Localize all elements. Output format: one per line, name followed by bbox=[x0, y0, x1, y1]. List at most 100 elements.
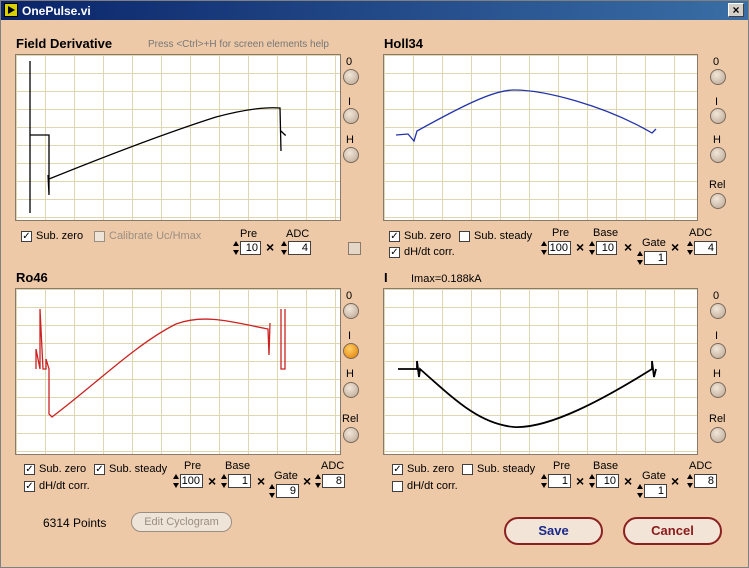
ro-base-spinner[interactable]: 1 bbox=[221, 473, 251, 489]
holl-h-knob[interactable] bbox=[710, 147, 726, 163]
i-i-knob[interactable] bbox=[710, 343, 726, 359]
holl-dhdt-checkbox[interactable]: ✓ dH/dt corr. bbox=[389, 246, 455, 258]
holl-zero-knob[interactable] bbox=[710, 69, 726, 85]
onepulse-window: OnePulse.vi × Field Derivative Press <Ct… bbox=[0, 0, 749, 568]
field-adc-value[interactable]: 4 bbox=[288, 241, 311, 255]
field-h-knob[interactable] bbox=[343, 147, 359, 163]
holl-gate-value[interactable]: 1 bbox=[644, 251, 667, 265]
ro-sub-steady-label: Sub. steady bbox=[109, 463, 168, 475]
field-derivative-title: Field Derivative bbox=[16, 36, 113, 51]
holl-adc-label: ADC bbox=[689, 227, 713, 239]
title-bar: OnePulse.vi × bbox=[1, 1, 748, 20]
ro-zero-knob[interactable] bbox=[343, 303, 359, 319]
i-dhdt-checkbox[interactable]: dH/dt corr. bbox=[392, 480, 458, 492]
field-derivative-trace bbox=[29, 61, 286, 213]
ro-gate-value[interactable]: 9 bbox=[276, 484, 299, 498]
ro-dhdt-check-icon: ✓ bbox=[24, 480, 35, 492]
ro-zero-label: 0 bbox=[346, 290, 353, 302]
current-trace bbox=[398, 360, 657, 428]
holl-sub-zero-label: Sub. zero bbox=[404, 230, 452, 242]
window-title: OnePulse.vi bbox=[22, 4, 91, 18]
holl-h-label: H bbox=[713, 134, 721, 146]
i-base-spinner[interactable]: 10 bbox=[589, 473, 619, 489]
i-i-label: I bbox=[715, 330, 719, 342]
ro-sub-steady-checkbox[interactable]: ✓ Sub. steady bbox=[94, 463, 167, 475]
ro-pre-value[interactable]: 100 bbox=[180, 474, 203, 488]
field-small-button[interactable] bbox=[348, 242, 361, 255]
field-sub-zero-check-icon: ✓ bbox=[21, 230, 32, 242]
ro-sub-zero-checkbox[interactable]: ✓ Sub. zero bbox=[24, 463, 86, 475]
times-icon: × bbox=[303, 473, 312, 489]
ro-base-value[interactable]: 1 bbox=[228, 474, 251, 488]
i-gate-value[interactable]: 1 bbox=[644, 484, 667, 498]
ro-i-knob[interactable] bbox=[343, 343, 359, 359]
holl-sub-steady-checkbox[interactable]: Sub. steady bbox=[459, 230, 532, 242]
i-gate-spinner[interactable]: 1 bbox=[637, 483, 667, 499]
ro-rel-knob[interactable] bbox=[343, 427, 359, 443]
i-adc-spinner[interactable]: 8 bbox=[687, 473, 717, 489]
holl-sub-zero-checkbox[interactable]: ✓ Sub. zero bbox=[389, 230, 451, 242]
field-i-label: I bbox=[348, 96, 352, 108]
ro-gate-label: Gate bbox=[274, 470, 298, 482]
ro-dhdt-checkbox[interactable]: ✓ dH/dt corr. bbox=[24, 480, 90, 492]
field-zero-label: 0 bbox=[346, 56, 353, 68]
i-adc-value[interactable]: 8 bbox=[694, 474, 717, 488]
i-dhdt-label: dH/dt corr. bbox=[407, 480, 458, 492]
ro-adc-spinner[interactable]: 8 bbox=[315, 473, 345, 489]
save-button[interactable]: Save bbox=[504, 517, 603, 545]
points-count: 6314 Points bbox=[43, 516, 107, 530]
i-sub-steady-checkbox[interactable]: Sub. steady bbox=[462, 463, 535, 475]
i-pre-value[interactable]: 1 bbox=[548, 474, 571, 488]
cancel-button[interactable]: Cancel bbox=[623, 517, 722, 545]
field-zero-knob[interactable] bbox=[343, 69, 359, 85]
ro-base-label: Base bbox=[225, 460, 251, 472]
i-pre-label: Pre bbox=[553, 460, 571, 472]
field-i-knob[interactable] bbox=[343, 108, 359, 124]
holl-pre-label: Pre bbox=[552, 227, 570, 239]
times-icon: × bbox=[671, 239, 680, 255]
i-pre-spinner[interactable]: 1 bbox=[541, 473, 571, 489]
i-sub-zero-checkbox[interactable]: ✓ Sub. zero bbox=[392, 463, 454, 475]
ro46-graph bbox=[15, 288, 341, 455]
ro-adc-value[interactable]: 8 bbox=[322, 474, 345, 488]
i-zero-label: 0 bbox=[713, 290, 720, 302]
ro-pre-spinner[interactable]: 100 bbox=[173, 473, 203, 489]
i-rel-knob[interactable] bbox=[710, 427, 726, 443]
holl-sub-zero-check-icon: ✓ bbox=[389, 230, 400, 242]
i-adc-label: ADC bbox=[689, 460, 713, 472]
holl-base-value[interactable]: 10 bbox=[596, 241, 617, 255]
holl-adc-value[interactable]: 4 bbox=[694, 241, 717, 255]
holl-i-knob[interactable] bbox=[710, 108, 726, 124]
holl34-trace bbox=[395, 89, 657, 143]
i-h-knob[interactable] bbox=[710, 382, 726, 398]
close-button[interactable]: × bbox=[728, 3, 744, 17]
field-pre-value[interactable]: 10 bbox=[240, 241, 261, 255]
holl-dhdt-check-icon: ✓ bbox=[389, 246, 400, 258]
i-base-label: Base bbox=[593, 460, 619, 472]
edit-cyclogram-button[interactable]: Edit Cyclogram bbox=[131, 512, 232, 532]
field-pre-spinner[interactable]: 10 bbox=[233, 240, 261, 256]
current-graph bbox=[383, 288, 698, 455]
holl-pre-spinner[interactable]: 100 bbox=[541, 240, 571, 256]
holl-rel-knob[interactable] bbox=[710, 193, 726, 209]
holl-pre-value[interactable]: 100 bbox=[548, 241, 571, 255]
holl-gate-spinner[interactable]: 1 bbox=[637, 250, 667, 266]
field-sub-zero-checkbox[interactable]: ✓ Sub. zero bbox=[21, 230, 83, 242]
holl-sub-steady-label: Sub. steady bbox=[474, 230, 533, 242]
times-icon: × bbox=[257, 473, 266, 489]
i-base-value[interactable]: 10 bbox=[596, 474, 619, 488]
field-adc-spinner[interactable]: 4 bbox=[281, 240, 311, 256]
labview-icon bbox=[4, 3, 18, 17]
calibrate-label: Calibrate Uc/Hmax bbox=[109, 230, 202, 242]
i-h-label: H bbox=[713, 368, 721, 380]
ro-gate-spinner[interactable]: 9 bbox=[269, 483, 299, 499]
calibrate-checkbox[interactable]: Calibrate Uc/Hmax bbox=[94, 230, 201, 242]
holl-adc-spinner[interactable]: 4 bbox=[687, 240, 717, 256]
field-sub-zero-label: Sub. zero bbox=[36, 230, 84, 242]
ro-sub-steady-check-icon: ✓ bbox=[94, 463, 105, 475]
holl34-graph bbox=[383, 54, 698, 221]
holl-base-spinner[interactable]: 10 bbox=[589, 240, 617, 256]
ro-h-knob[interactable] bbox=[343, 382, 359, 398]
ro-h-label: H bbox=[346, 368, 354, 380]
i-zero-knob[interactable] bbox=[710, 303, 726, 319]
